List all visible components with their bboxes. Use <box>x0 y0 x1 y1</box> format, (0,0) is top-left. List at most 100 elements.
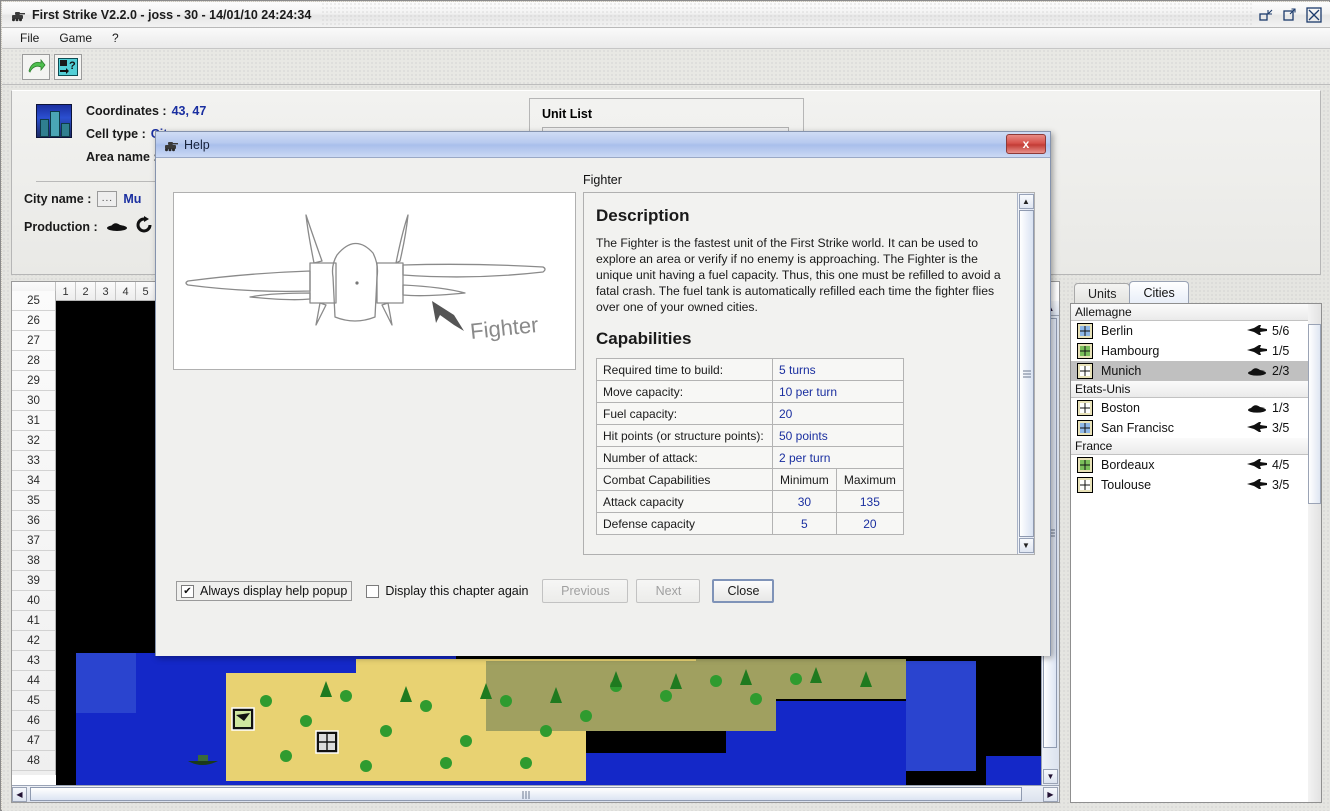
cell-type-label: Cell type : <box>86 127 146 141</box>
map-row-header: 26 <box>12 311 55 331</box>
plane-icon <box>1246 458 1268 470</box>
map-horizontal-scrollbar[interactable]: ◀ ▶ <box>12 785 1059 802</box>
help-scroll-up-arrow[interactable]: ▲ <box>1019 194 1034 209</box>
city-unit-count: 2/3 <box>1272 364 1310 378</box>
map-scroll-down-arrow[interactable]: ▼ <box>1043 769 1058 784</box>
minimize-icon[interactable] <box>1254 4 1278 26</box>
menu-game[interactable]: Game <box>49 29 102 47</box>
city-name-browse-button[interactable]: ... <box>97 191 117 207</box>
city-icon <box>1077 323 1093 339</box>
map-row-header: 35 <box>12 491 55 511</box>
capability-key: Hit points (or structure points): <box>597 425 773 447</box>
capability-row: Required time to build:5 turns <box>597 359 904 381</box>
country-group-header: Etats-Unis <box>1071 381 1310 398</box>
map-column-header: 4 <box>116 282 136 301</box>
city-icon <box>1077 457 1093 473</box>
city-list-item[interactable]: Hambourg1/5 <box>1071 341 1310 361</box>
map-row-header: 40 <box>12 591 55 611</box>
help-scroll-down-arrow[interactable]: ▼ <box>1019 538 1034 553</box>
map-scroll-right-arrow[interactable]: ▶ <box>1043 787 1058 802</box>
city-icon <box>1077 343 1093 359</box>
map-row-header: 42 <box>12 631 55 651</box>
plane-icon <box>1242 458 1272 473</box>
city-icon <box>1077 477 1093 493</box>
map-row-header: 28 <box>12 351 55 371</box>
city-list-item[interactable]: Munich2/3 <box>1071 361 1310 381</box>
help-scroll-thumb[interactable] <box>1019 210 1034 537</box>
close-button[interactable]: Close <box>712 579 774 603</box>
city-list-item[interactable]: Boston1/3 <box>1071 398 1310 418</box>
help-dialog-close-icon[interactable]: x <box>1006 134 1046 154</box>
capabilities-table: Required time to build:5 turnsMove capac… <box>596 358 904 535</box>
map-row-header: 30 <box>12 391 55 411</box>
country-group-header: France <box>1071 438 1310 455</box>
cities-list[interactable]: AllemagneBerlin5/6Hambourg1/5Munich2/3Et… <box>1070 303 1322 803</box>
plane-icon <box>1246 324 1268 336</box>
description-text: The Fighter is the fastest unit of the F… <box>596 235 1004 315</box>
titlebar-filler <box>321 2 1254 27</box>
city-unit-count: 5/6 <box>1272 324 1310 338</box>
map-row-header: 46 <box>12 711 55 731</box>
city-list-item[interactable]: Bordeaux4/5 <box>1071 455 1310 475</box>
map-hscroll-thumb[interactable] <box>30 787 1022 801</box>
city-list-item[interactable]: Berlin5/6 <box>1071 321 1310 341</box>
end-turn-button[interactable] <box>22 54 50 80</box>
capability-key: Move capacity: <box>597 381 773 403</box>
map-scroll-left-arrow[interactable]: ◀ <box>12 787 27 802</box>
city-list-item[interactable]: San Francisc3/5 <box>1071 418 1310 438</box>
combat-header-row: Combat CapabilitiesMinimumMaximum <box>597 469 904 491</box>
city-name: Hambourg <box>1101 344 1242 358</box>
city-unit-count: 3/5 <box>1272 421 1310 435</box>
map-row-header: 31 <box>12 411 55 431</box>
map-column-header: 3 <box>96 282 116 301</box>
combat-key: Defense capacity <box>597 513 773 535</box>
map-row-header: 49 <box>12 771 55 775</box>
map-row-header: 38 <box>12 551 55 571</box>
window-titlebar: First Strike V2.2.0 - joss - 30 - 14/01/… <box>2 2 1330 28</box>
maximize-icon[interactable] <box>1278 4 1302 26</box>
plane-icon <box>1242 478 1272 493</box>
city-list-item[interactable]: Toulouse3/5 <box>1071 475 1310 495</box>
tab-cities[interactable]: Cities <box>1129 281 1188 303</box>
help-dialog-body: Fighter Fighter Description The Fighter … <box>156 159 1050 656</box>
description-heading: Description <box>596 206 1004 226</box>
unit-sketch-image: Fighter <box>173 192 576 370</box>
city-icon <box>1077 363 1093 379</box>
display-chapter-again-checkbox[interactable]: Display this chapter again <box>366 584 528 598</box>
help-button[interactable]: ? <box>54 54 82 80</box>
production-refresh-icon[interactable] <box>134 215 154 238</box>
menu-help[interactable]: ? <box>102 29 129 47</box>
map-row-header: 32 <box>12 431 55 451</box>
menu-file[interactable]: File <box>10 29 49 47</box>
side-panel-tabs: Units Cities <box>1070 281 1322 303</box>
map-row-header: 27 <box>12 331 55 351</box>
help-content-pane: Description The Fighter is the fastest u… <box>583 192 1035 555</box>
combat-header-min: Minimum <box>773 469 837 491</box>
help-content-inner: Description The Fighter is the fastest u… <box>584 193 1016 555</box>
map-row-header: 36 <box>12 511 55 531</box>
tab-units[interactable]: Units <box>1074 283 1130 303</box>
always-display-help-checkbox[interactable]: ✔ Always display help popup <box>176 581 352 601</box>
map-row-header: 48 <box>12 751 55 771</box>
help-dialog: Help x <box>155 131 1051 656</box>
close-icon[interactable] <box>1302 4 1326 26</box>
previous-button[interactable]: Previous <box>542 579 628 603</box>
plane-icon <box>1246 478 1268 490</box>
capability-row: Number of attack:2 per turn <box>597 447 904 469</box>
city-unit-count: 3/5 <box>1272 478 1310 492</box>
always-display-help-label: Always display help popup <box>200 584 347 598</box>
city-icon <box>1077 420 1093 436</box>
next-button[interactable]: Next <box>636 579 700 603</box>
tank-icon <box>1246 401 1268 413</box>
plane-icon <box>1246 421 1268 433</box>
help-content-scrollbar[interactable]: ▲ ▼ <box>1017 193 1034 554</box>
help-scroll-track[interactable] <box>1019 210 1034 537</box>
map-column-header: 2 <box>76 282 96 301</box>
cities-list-scrollbar[interactable] <box>1308 304 1321 803</box>
city-icon <box>1077 400 1093 416</box>
always-display-help-checkbox-box[interactable]: ✔ <box>181 585 194 598</box>
combat-row: Attack capacity30135 <box>597 491 904 513</box>
combat-header-label: Combat Capabilities <box>597 469 773 491</box>
city-name-label: City name : <box>24 192 91 206</box>
display-chapter-again-checkbox-box[interactable] <box>366 585 379 598</box>
